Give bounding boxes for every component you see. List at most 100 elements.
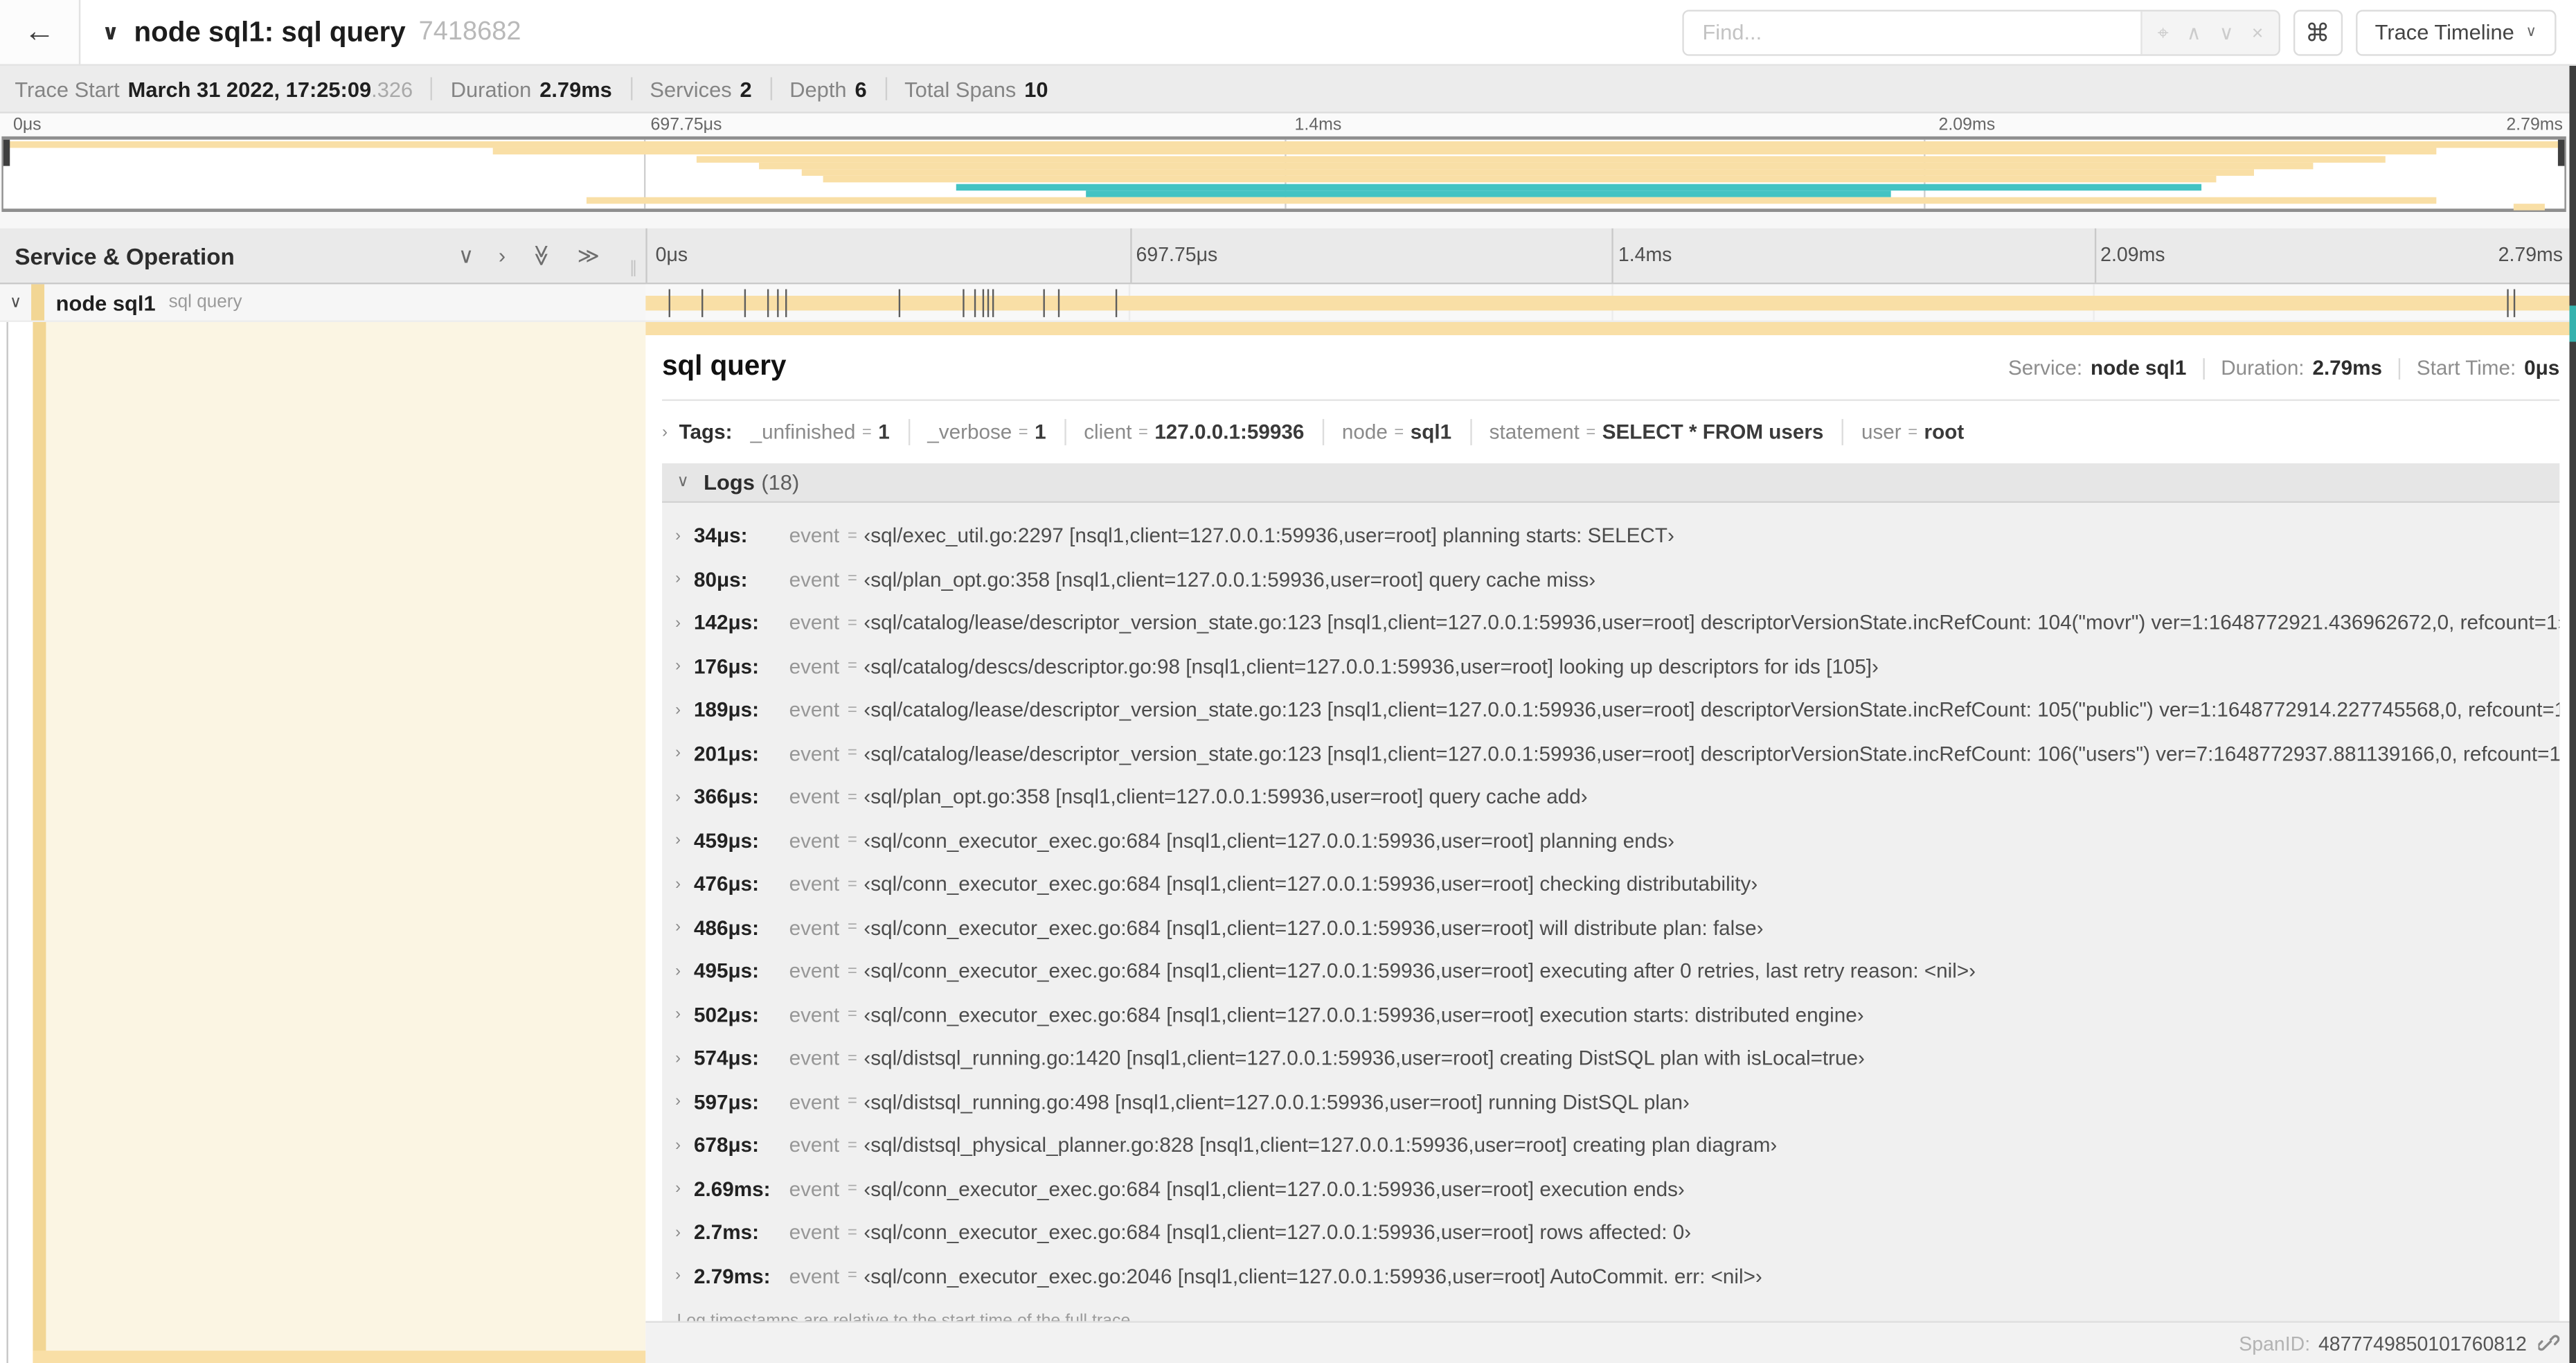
log-timestamp: 366μs: <box>693 785 759 809</box>
tree-controls: ∨ › ≫ ≫ <box>458 244 646 267</box>
log-field-key: event <box>789 698 840 722</box>
overview-value: 2.79ms <box>2312 356 2383 380</box>
vertical-scrollbar[interactable] <box>2569 65 2576 1363</box>
log-entry-row[interactable]: › 189μs: event = ‹sql/catalog/lease/descript… <box>662 688 2559 732</box>
log-equals: = <box>848 1180 857 1199</box>
column-resizer-handle[interactable]: ∥ <box>629 260 638 278</box>
tag-value: SELECT * FROM users <box>1602 420 1824 444</box>
trace-summary-bar: Trace Start March 31 2022, 17:25:09.326 Du… <box>0 65 2576 114</box>
back-button[interactable]: ← <box>0 0 81 64</box>
deep-link-icon[interactable] <box>2538 1333 2560 1354</box>
summary-separator <box>629 77 632 100</box>
log-marker-tick <box>2513 289 2516 317</box>
span-row-name-column[interactable]: ∨ node sql1 sql query <box>0 284 645 321</box>
tag-key: node <box>1341 420 1388 444</box>
chevron-right-icon: › <box>675 788 681 807</box>
span-row-timeline[interactable] <box>645 284 2576 321</box>
span-row[interactable]: ∨ node sql1 sql query <box>0 284 2576 323</box>
detail-footer: SpanID: 4877749850101760812 <box>645 1321 2576 1363</box>
log-entry-row[interactable]: › 201μs: event = ‹sql/catalog/lease/descript… <box>662 732 2559 776</box>
log-entry-row[interactable]: › 502μs: event = ‹sql/conn_executor_exec.go:… <box>662 993 2559 1037</box>
minimap-span-bar <box>823 176 2217 184</box>
find-input[interactable] <box>1684 10 2141 54</box>
logs-header[interactable]: ∨ Logs (18) <box>662 463 2560 503</box>
log-equals: = <box>848 1137 857 1155</box>
keyboard-shortcuts-button[interactable]: ⌘ <box>2293 9 2343 55</box>
chevron-right-icon: › <box>675 875 681 894</box>
chevron-right-icon: › <box>675 1137 681 1155</box>
log-timestamp: 476μs: <box>693 873 759 896</box>
log-field-key: event <box>789 1177 840 1201</box>
log-entry-row[interactable]: › 142μs: event = ‹sql/catalog/lease/descript… <box>662 601 2559 645</box>
minimap-right-handle[interactable] <box>2557 139 2565 166</box>
log-entry-row[interactable]: › 176μs: event = ‹sql/catalog/descs/descript… <box>662 645 2559 688</box>
chevron-right-icon: › <box>675 1267 681 1285</box>
log-field-key: event <box>789 1090 840 1114</box>
log-marker-tick <box>2507 289 2509 317</box>
log-value: ‹sql/conn_executor_exec.go:684 [nsql1,cl… <box>864 960 1976 983</box>
log-entry-row[interactable]: › 678μs: event = ‹sql/distsql_physical_plann… <box>662 1124 2559 1168</box>
log-entry-row[interactable]: › 34μs: event = ‹sql/exec_util.go:2297 [nsql… <box>662 515 2559 558</box>
prev-result-icon[interactable]: ∧ <box>2187 22 2201 42</box>
timeline-minimap[interactable] <box>1 136 2566 213</box>
log-timestamp: 502μs: <box>693 1003 759 1027</box>
tags-row[interactable]: › Tags: _unfinished = 1 _verbose = 1 client = 12… <box>662 418 2559 445</box>
expand-one-icon[interactable]: › <box>499 244 506 266</box>
log-entry-row[interactable]: › 2.7ms: event = ‹sql/conn_executor_exec.go:… <box>662 1211 2559 1254</box>
ruler-tick-label: 0μs <box>655 243 688 267</box>
clear-search-icon[interactable]: × <box>2252 22 2264 42</box>
log-entry-row[interactable]: › 476μs: event = ‹sql/conn_executor_exec.go:… <box>662 863 2559 907</box>
span-operation-name: sql query <box>168 292 242 312</box>
log-field-key: event <box>789 655 840 679</box>
log-entry-row[interactable]: › 80μs: event = ‹sql/plan_opt.go:358 [nsql1,… <box>662 558 2559 601</box>
logs-label: Logs <box>704 470 755 495</box>
log-timestamp: 142μs: <box>693 612 759 635</box>
detail-name-column-fill <box>46 322 646 1351</box>
ruler-tick-label: 2.79ms <box>2498 243 2564 267</box>
summary-value: 2 <box>740 76 752 101</box>
chevron-right-icon: › <box>662 422 668 442</box>
page-title: node sql1: sql query <box>134 15 406 47</box>
log-equals: = <box>848 526 857 546</box>
log-field-key: event <box>789 1046 840 1071</box>
tag-item: client = 127.0.0.1:59936 <box>1084 420 1304 443</box>
trace-collapse-icon[interactable]: ∨ <box>102 19 119 45</box>
summary-label: Depth <box>789 76 847 101</box>
log-timestamp: 2.79ms: <box>693 1265 771 1288</box>
log-entry-row[interactable]: › 597μs: event = ‹sql/distsql_running.go:498… <box>662 1080 2559 1124</box>
log-timestamp: 176μs: <box>693 655 759 679</box>
ruler-gridline <box>1611 228 1613 283</box>
log-equals: = <box>848 918 857 937</box>
log-entry-row[interactable]: › 366μs: event = ‹sql/plan_opt.go:358 [nsql1… <box>662 776 2559 819</box>
tag-item: statement = SELECT * FROM users <box>1490 420 1824 443</box>
minimap-tick-label: 2.09ms <box>1938 115 1996 135</box>
log-entry-row[interactable]: › 495μs: event = ‹sql/conn_executor_exec.go:… <box>662 950 2559 993</box>
log-marker-tick <box>785 289 787 317</box>
summary-label: Services <box>650 76 732 101</box>
log-entry-row[interactable]: › 2.69ms: event = ‹sql/conn_executor_exec.go… <box>662 1168 2559 1211</box>
log-timestamp: 597μs: <box>693 1090 759 1114</box>
log-equals: = <box>848 1049 857 1068</box>
tag-key: _unfinished <box>750 420 856 444</box>
span-duration-bar[interactable] <box>645 296 2576 311</box>
chevron-right-icon: › <box>675 832 681 850</box>
log-entry-row[interactable]: › 486μs: event = ‹sql/conn_executor_exec.go:… <box>662 906 2559 950</box>
next-result-icon[interactable]: ∨ <box>2219 22 2234 42</box>
tag-equals: = <box>1908 422 1918 442</box>
locate-icon[interactable]: ⌖ <box>2158 22 2169 42</box>
log-timestamp: 678μs: <box>693 1134 759 1157</box>
summary-value: 10 <box>1024 76 1048 101</box>
minimap-left-handle[interactable] <box>3 139 10 166</box>
trace-view-dropdown[interactable]: Trace Timeline ∨ <box>2355 9 2557 55</box>
overview-value: 0μs <box>2524 356 2560 380</box>
log-equals: = <box>848 745 857 763</box>
collapse-all-icon[interactable]: ≫ <box>529 244 554 267</box>
log-entry-row[interactable]: › 2.79ms: event = ‹sql/conn_executor_exec.go… <box>662 1254 2559 1298</box>
expand-all-icon[interactable]: ≫ <box>578 244 600 266</box>
collapse-one-icon[interactable]: ∨ <box>458 244 474 266</box>
log-entry-row[interactable]: › 459μs: event = ‹sql/conn_executor_exec.go:… <box>662 819 2559 863</box>
span-toggle-icon[interactable]: ∨ <box>0 293 31 311</box>
span-service-name[interactable]: node sql1 <box>56 290 156 315</box>
log-timestamp: 189μs: <box>693 698 759 722</box>
log-entry-row[interactable]: › 574μs: event = ‹sql/distsql_running.go:142… <box>662 1037 2559 1080</box>
